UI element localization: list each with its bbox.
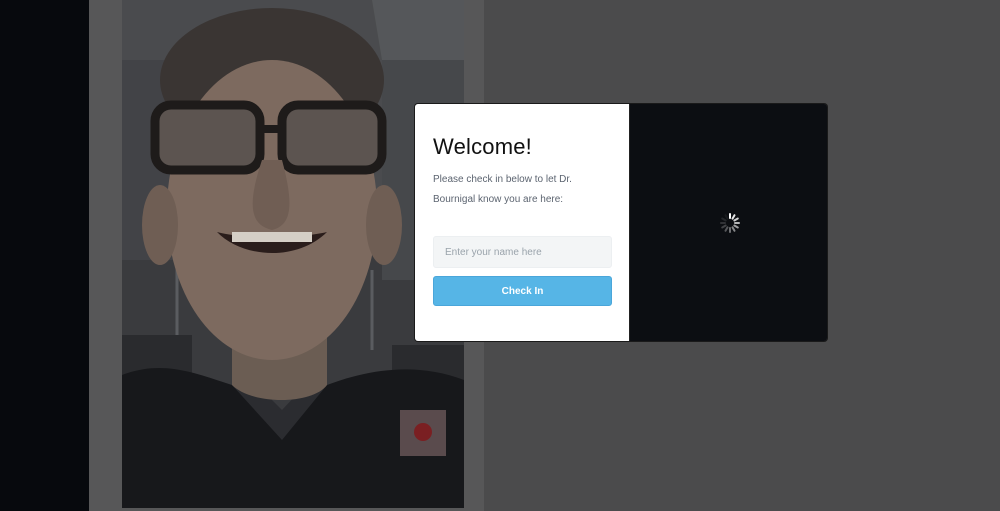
check-in-instructions: Please check in below to let Dr. Bournig…: [433, 174, 572, 205]
camera-preview-panel: [630, 104, 827, 341]
self-video-feed: [122, 0, 464, 508]
check-in-modal: Welcome! Please check in below to let Dr…: [415, 104, 827, 341]
check-in-form: Welcome! Please check in below to let Dr…: [415, 104, 630, 341]
check-in-button[interactable]: Check In: [433, 276, 612, 306]
welcome-title: Welcome!: [433, 134, 532, 159]
page: Welcome! Please check in below to let Dr…: [0, 0, 1000, 511]
name-input[interactable]: [433, 236, 612, 268]
loading-spinner-icon: [720, 213, 740, 233]
left-dark-strip: [0, 0, 89, 511]
person-video-image: [122, 0, 464, 508]
